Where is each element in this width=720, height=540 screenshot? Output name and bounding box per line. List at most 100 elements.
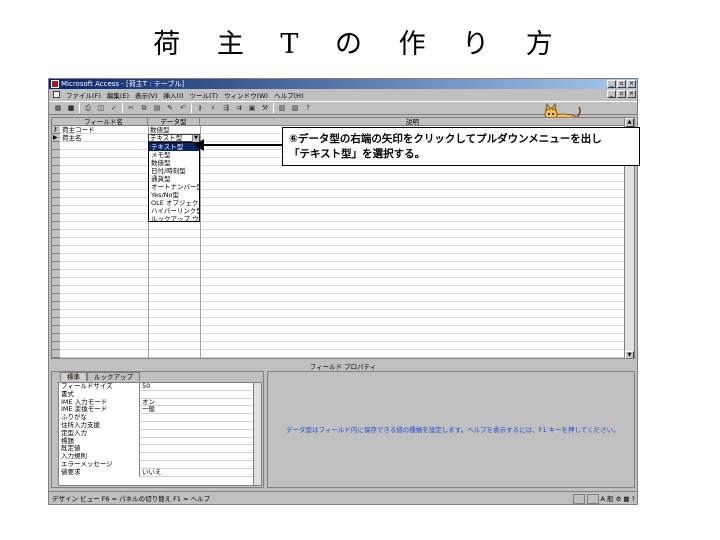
ime-help-icon[interactable]: ? xyxy=(632,494,635,504)
property-value[interactable] xyxy=(139,422,257,430)
property-help-text: データ型はフィールド内に保存できる値の種類を設定します。ヘルプを表示するには、F… xyxy=(286,426,620,434)
ime-tool-icon[interactable]: ⚙ xyxy=(616,494,622,504)
paste-icon[interactable]: ▤ xyxy=(152,103,162,113)
callout-arrow-icon xyxy=(194,139,204,151)
toolbar-separator xyxy=(79,103,80,113)
callout-line-1: ⑥データ型の右端の矢印をクリックしてプルダウンメニューを出し xyxy=(289,133,602,145)
copy-icon[interactable]: ⧉ xyxy=(139,103,149,113)
property-row[interactable]: 住所入力支援 xyxy=(59,421,257,430)
property-value[interactable] xyxy=(139,390,257,399)
property-row[interactable]: 既定値 xyxy=(59,445,257,454)
view-icon[interactable]: ▦ xyxy=(53,103,63,113)
callout-line-2: 「テキスト型」を選択する。 xyxy=(289,148,426,160)
tab-general[interactable]: 標準 xyxy=(60,372,87,381)
field-name-cell[interactable]: 荷主コード xyxy=(60,126,148,134)
property-value[interactable]: オン xyxy=(139,398,257,407)
close-button[interactable]: × xyxy=(627,80,636,88)
properties-icon[interactable]: ▣ xyxy=(247,103,257,113)
current-row-marker-icon: ▶ xyxy=(53,134,58,141)
data-type-option-hyperlink[interactable]: ハイパーリンク型 xyxy=(149,207,199,215)
preview-icon[interactable]: ◫ xyxy=(96,103,106,113)
data-type-option-lookup-wizard[interactable]: ルックアップ ウィザード xyxy=(149,215,199,223)
property-value[interactable]: 一般 xyxy=(139,406,257,415)
toolbar-separator xyxy=(122,103,123,113)
cut-icon[interactable]: ✂ xyxy=(126,103,136,113)
maximize-button[interactable]: ▫ xyxy=(617,80,626,88)
ime-mode-indicator[interactable]: A 般 xyxy=(601,494,614,504)
property-label: 値要求 xyxy=(61,467,81,476)
property-value[interactable]: いいえ xyxy=(139,468,257,477)
field-name-column-header: フィールド名 xyxy=(60,118,148,126)
property-value[interactable] xyxy=(139,429,257,438)
build-icon[interactable]: ⚒ xyxy=(260,103,270,113)
scroll-up-icon[interactable]: ▲ xyxy=(625,118,634,127)
delete-rows-icon[interactable]: ⇉ xyxy=(234,103,244,113)
minimize-button[interactable]: _ xyxy=(607,80,616,88)
slide-title: 荷 主 T の 作 り 方 xyxy=(153,29,567,60)
data-type-cell[interactable]: 数値型 xyxy=(148,126,200,134)
indexes-icon[interactable]: ⚡ xyxy=(208,103,218,113)
help-icon[interactable]: ? xyxy=(303,103,313,113)
property-value[interactable] xyxy=(139,414,257,422)
field-properties-label: フィールド プロパティ xyxy=(309,363,377,371)
data-type-option-currency[interactable]: 通貨型 xyxy=(149,175,199,183)
ime-pad-icon[interactable]: ▦ xyxy=(623,494,629,504)
callout-arrow-line xyxy=(200,144,282,146)
data-type-option-yesno[interactable]: Yes/No型 xyxy=(149,191,199,199)
column-divider xyxy=(200,126,201,358)
data-type-dropdown-list: テキスト型 メモ型 数値型 日付/時刻型 通貨型 オートナンバー型 Yes/No… xyxy=(148,142,200,223)
row-selector-column[interactable] xyxy=(52,126,60,358)
status-panel xyxy=(586,494,599,504)
status-text: デザイン ビュー F6 = パネルの切り替え F1 = ヘルプ xyxy=(52,495,211,503)
status-bar: デザイン ビュー F6 = パネルの切り替え F1 = ヘルプ A 般 ⚙ ▦ … xyxy=(49,491,637,504)
ime-toolbar: A 般 ⚙ ▦ ? xyxy=(572,494,635,504)
doc-minimize-button[interactable]: _ xyxy=(607,90,616,98)
data-type-option-memo[interactable]: メモ型 xyxy=(149,151,199,159)
format-painter-icon[interactable]: ✎ xyxy=(165,103,175,113)
insert-rows-icon[interactable]: ⇶ xyxy=(221,103,231,113)
property-value[interactable] xyxy=(139,437,257,446)
print-icon[interactable]: ⎙ xyxy=(83,103,93,113)
toolbar-separator xyxy=(191,103,192,113)
menu-help[interactable]: ヘルプ(H) xyxy=(274,90,303,100)
save-icon[interactable]: ■ xyxy=(66,103,76,113)
menu-insert[interactable]: 挿入(I) xyxy=(164,90,184,100)
property-row[interactable]: 値要求 いいえ xyxy=(59,467,257,477)
database-window-icon[interactable]: ▥ xyxy=(277,103,287,113)
new-object-icon[interactable]: ▧ xyxy=(290,103,300,113)
property-value[interactable]: 50 xyxy=(139,383,257,391)
property-row[interactable]: 標題 xyxy=(59,437,257,446)
menu-view[interactable]: 表示(V) xyxy=(135,90,158,100)
doc-restore-button[interactable]: ▫ xyxy=(617,90,626,98)
property-row[interactable]: フィールドサイズ 50 xyxy=(59,383,257,391)
data-type-combo[interactable]: テキスト型 ▼ xyxy=(148,134,200,142)
field-name-cell[interactable]: 荷主名 xyxy=(60,134,148,142)
data-type-option-text[interactable]: テキスト型 xyxy=(149,143,199,151)
data-type-option-datetime[interactable]: 日付/時刻型 xyxy=(149,167,199,175)
property-value[interactable] xyxy=(139,445,257,454)
property-value[interactable] xyxy=(139,453,257,461)
window-titlebar: Microsoft Access - [荷主T : テーブル] _ ▫ × xyxy=(49,79,637,89)
property-row[interactable]: 定型入力 xyxy=(59,429,257,438)
primary-key-icon[interactable]: ⚷ xyxy=(195,103,205,113)
spellcheck-icon[interactable]: ✓ xyxy=(109,103,119,113)
instruction-callout: ⑥データ型の右端の矢印をクリックしてプルダウンメニューを出し 「テキスト型」を選… xyxy=(282,127,640,166)
property-sheet: フィールドサイズ 50 書式 IME 入力モード オン IME 変換モード 一般 ふり… xyxy=(58,382,262,486)
property-row[interactable]: IME 変換モード 一般 xyxy=(59,406,257,415)
menu-file[interactable]: ファイル(F) xyxy=(66,90,101,100)
scroll-down-icon[interactable]: ▼ xyxy=(625,351,634,358)
menu-tools[interactable]: ツール(T) xyxy=(190,90,219,100)
description-column-header: 説明 xyxy=(200,118,626,126)
data-type-option-number[interactable]: 数値型 xyxy=(149,159,199,167)
data-type-option-ole[interactable]: OLE オブジェクト型 xyxy=(149,199,199,207)
window-title: Microsoft Access - [荷主T : テーブル] xyxy=(61,80,185,88)
data-type-option-autonumber[interactable]: オートナンバー型 xyxy=(149,183,199,191)
data-type-column-header: データ型 xyxy=(148,118,200,126)
undo-icon[interactable]: ↶ xyxy=(178,103,188,113)
table-doc-icon xyxy=(53,91,60,98)
menu-window[interactable]: ウィンドウ(W) xyxy=(224,90,268,100)
menu-edit[interactable]: 編集(E) xyxy=(107,90,129,100)
tab-lookup[interactable]: ルックアップ xyxy=(87,372,140,381)
doc-close-button[interactable]: × xyxy=(627,90,636,98)
property-sheet-scrollbar[interactable] xyxy=(253,383,261,485)
